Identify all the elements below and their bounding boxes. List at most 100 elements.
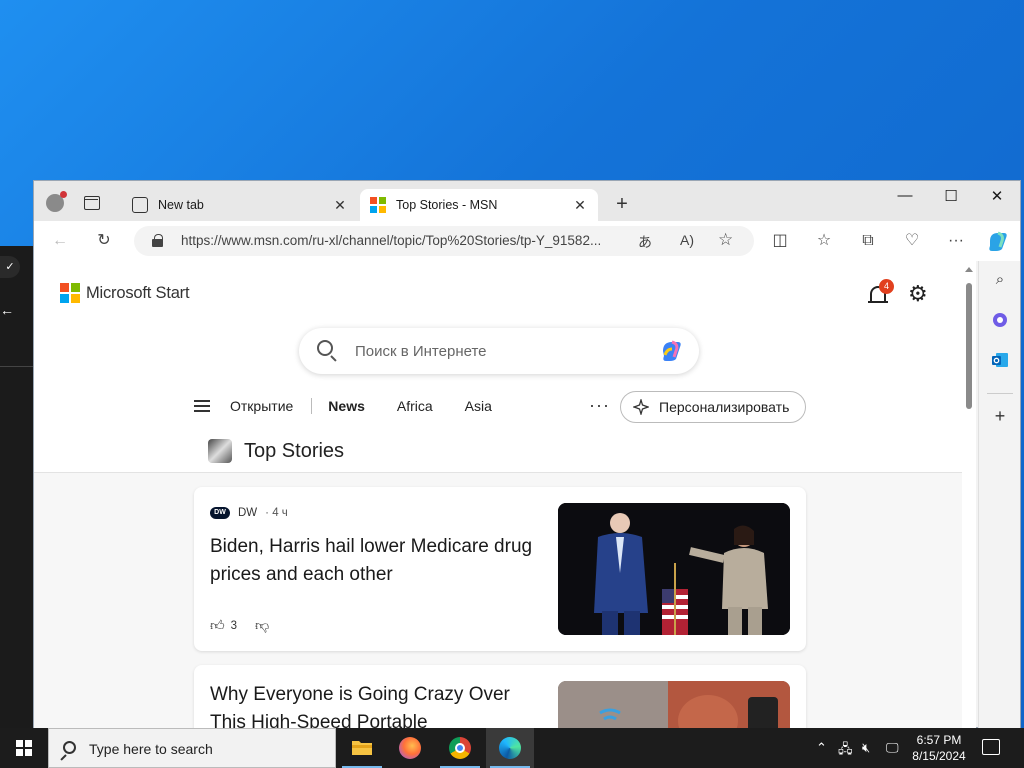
tab-title: Top Stories - MSN: [396, 198, 498, 212]
read-aloud-icon[interactable]: A): [680, 232, 694, 248]
nav-item-asia[interactable]: Asia: [465, 398, 492, 414]
card-source: DW DW · 4 ч: [210, 507, 288, 519]
nav-item-news[interactable]: News: [328, 398, 365, 414]
scroll-up-icon[interactable]: [965, 267, 973, 272]
search-box[interactable]: [299, 328, 699, 374]
card-reactions: 👍︎ 3 👎︎: [210, 617, 269, 634]
file-explorer-icon[interactable]: [338, 728, 386, 768]
news-card[interactable]: Why Everyone is Going Crazy Over This Hi…: [194, 665, 806, 729]
microsoft-logo-icon: [370, 197, 386, 213]
vertical-scrollbar[interactable]: [962, 261, 976, 729]
nav-item-discover[interactable]: Открытие: [230, 398, 293, 414]
divider: [987, 393, 1013, 394]
personalize-label: Персонализировать: [659, 399, 790, 415]
divider: [34, 472, 962, 473]
back-arrow-icon[interactable]: ←: [0, 302, 14, 318]
tab-title: New tab: [158, 198, 204, 212]
refresh-icon[interactable]: ↻: [94, 231, 114, 251]
favorite-star-icon[interactable]: ☆: [718, 230, 733, 250]
page-header: Microsoft Start 4 ⚙ Открытие N: [34, 261, 962, 473]
nav-more-button[interactable]: ···: [589, 395, 610, 416]
brand-name: Microsoft Start: [86, 283, 190, 302]
favorites-icon[interactable]: ☆: [814, 231, 834, 251]
chevron-up-icon[interactable]: ⌃: [816, 740, 827, 756]
network-icon[interactable]: 🖧︎: [838, 740, 853, 762]
search-input[interactable]: [355, 340, 635, 362]
tab-strip: New tab ✕ Top Stories - MSN ✕ + — ☐ ✕: [34, 181, 1020, 221]
taskbar-search[interactable]: Type here to search: [48, 728, 336, 768]
msn-page: Microsoft Start 4 ⚙ Открытие N: [34, 261, 962, 729]
chrome-icon[interactable]: [436, 728, 484, 768]
personalize-button[interactable]: Персонализировать: [620, 391, 806, 423]
close-button[interactable]: ✕: [974, 187, 1020, 205]
search-icon[interactable]: ⌕: [991, 271, 1009, 289]
nav-divider: [311, 398, 313, 414]
copilot-sidebar-icon[interactable]: [991, 311, 1009, 329]
volume-muted-icon[interactable]: 🔇︎: [862, 740, 870, 756]
category-nav: Открытие News Africa Asia: [194, 391, 524, 421]
display-icon[interactable]: 🖵︎: [886, 740, 899, 756]
notification-badge: 4: [879, 279, 894, 294]
tab-top-stories[interactable]: Top Stories - MSN ✕: [360, 189, 598, 221]
copilot-icon[interactable]: [986, 229, 1010, 253]
like-count: 3: [230, 619, 238, 632]
article-title[interactable]: Biden, Harris hail lower Medicare drug p…: [210, 533, 540, 589]
news-card[interactable]: DW DW · 4 ч Biden, Harris hail lower Med…: [194, 487, 806, 651]
windows-start-icon[interactable]: [16, 740, 32, 756]
profile-avatar-icon[interactable]: [46, 191, 67, 212]
system-clock[interactable]: 6:57 PM 8/15/2024: [906, 732, 972, 764]
article-age: · 4 ч: [265, 507, 288, 519]
back-icon[interactable]: ←: [50, 231, 70, 251]
tab-close-icon[interactable]: ✕: [332, 197, 348, 214]
browser-window: New tab ✕ Top Stories - MSN ✕ + — ☐ ✕ ← …: [33, 180, 1021, 729]
address-toolbar: ← ↻ https://www.msn.com/ru-xl/channel/to…: [34, 221, 1020, 261]
taskbar-search-placeholder[interactable]: Type here to search: [89, 741, 213, 757]
background-app-window: ✓ ←: [0, 246, 34, 728]
firefox-icon[interactable]: [386, 728, 434, 768]
article-image[interactable]: [558, 681, 790, 729]
tab-actions-icon[interactable]: [84, 196, 100, 210]
nav-item-africa[interactable]: Africa: [397, 398, 433, 414]
url-text[interactable]: https://www.msn.com/ru-xl/channel/topic/…: [181, 233, 601, 248]
outlook-icon[interactable]: [991, 351, 1009, 369]
new-tab-button[interactable]: +: [612, 193, 632, 216]
edge-sidebar: ⌕ +: [978, 261, 1020, 729]
add-sidebar-app-icon[interactable]: +: [991, 407, 1009, 425]
search-icon: [317, 340, 333, 356]
scrollbar-thumb[interactable]: [966, 283, 972, 409]
notifications-icon[interactable]: [982, 739, 1000, 755]
browser-essentials-icon[interactable]: ♡: [902, 231, 922, 251]
new-tab-favicon-icon: [132, 197, 148, 213]
divider: [0, 366, 34, 367]
tab-close-icon[interactable]: ✕: [572, 197, 588, 214]
tab-new-tab[interactable]: New tab ✕: [122, 189, 358, 221]
article-title[interactable]: Why Everyone is Going Crazy Over This Hi…: [210, 681, 540, 729]
clock-time: 6:57 PM: [916, 733, 962, 747]
thumbs-up-icon[interactable]: 👍︎: [210, 617, 225, 634]
translate-icon[interactable]: あ: [638, 232, 652, 252]
menu-icon[interactable]: [194, 400, 210, 412]
section-header: Top Stories: [208, 439, 344, 463]
dw-logo-icon: DW: [210, 507, 230, 519]
split-screen-icon[interactable]: ◫: [770, 231, 790, 251]
copilot-icon[interactable]: [659, 338, 685, 364]
maximize-button[interactable]: ☐: [928, 187, 974, 205]
article-image[interactable]: [558, 503, 790, 635]
minimize-button[interactable]: —: [882, 187, 928, 204]
gear-icon[interactable]: ⚙: [908, 283, 928, 305]
section-title: Top Stories: [244, 439, 345, 462]
notifications-bell-icon[interactable]: 4: [868, 279, 894, 305]
settings-more-icon[interactable]: ···: [946, 231, 966, 251]
edge-icon[interactable]: [486, 728, 534, 768]
lock-icon[interactable]: [152, 234, 163, 247]
source-name[interactable]: DW: [238, 507, 257, 519]
brand-logo[interactable]: Microsoft Start: [60, 283, 190, 303]
address-bar[interactable]: https://www.msn.com/ru-xl/channel/topic/…: [134, 226, 754, 256]
clock-date: 8/15/2024: [912, 749, 966, 763]
microsoft-logo-icon: [60, 283, 80, 303]
check-icon[interactable]: ✓: [0, 256, 20, 278]
search-icon: [63, 741, 76, 754]
collections-icon[interactable]: ⧉: [858, 231, 878, 251]
thumbs-down-icon[interactable]: 👎︎: [255, 617, 269, 634]
sparkle-edit-icon: [633, 399, 649, 415]
